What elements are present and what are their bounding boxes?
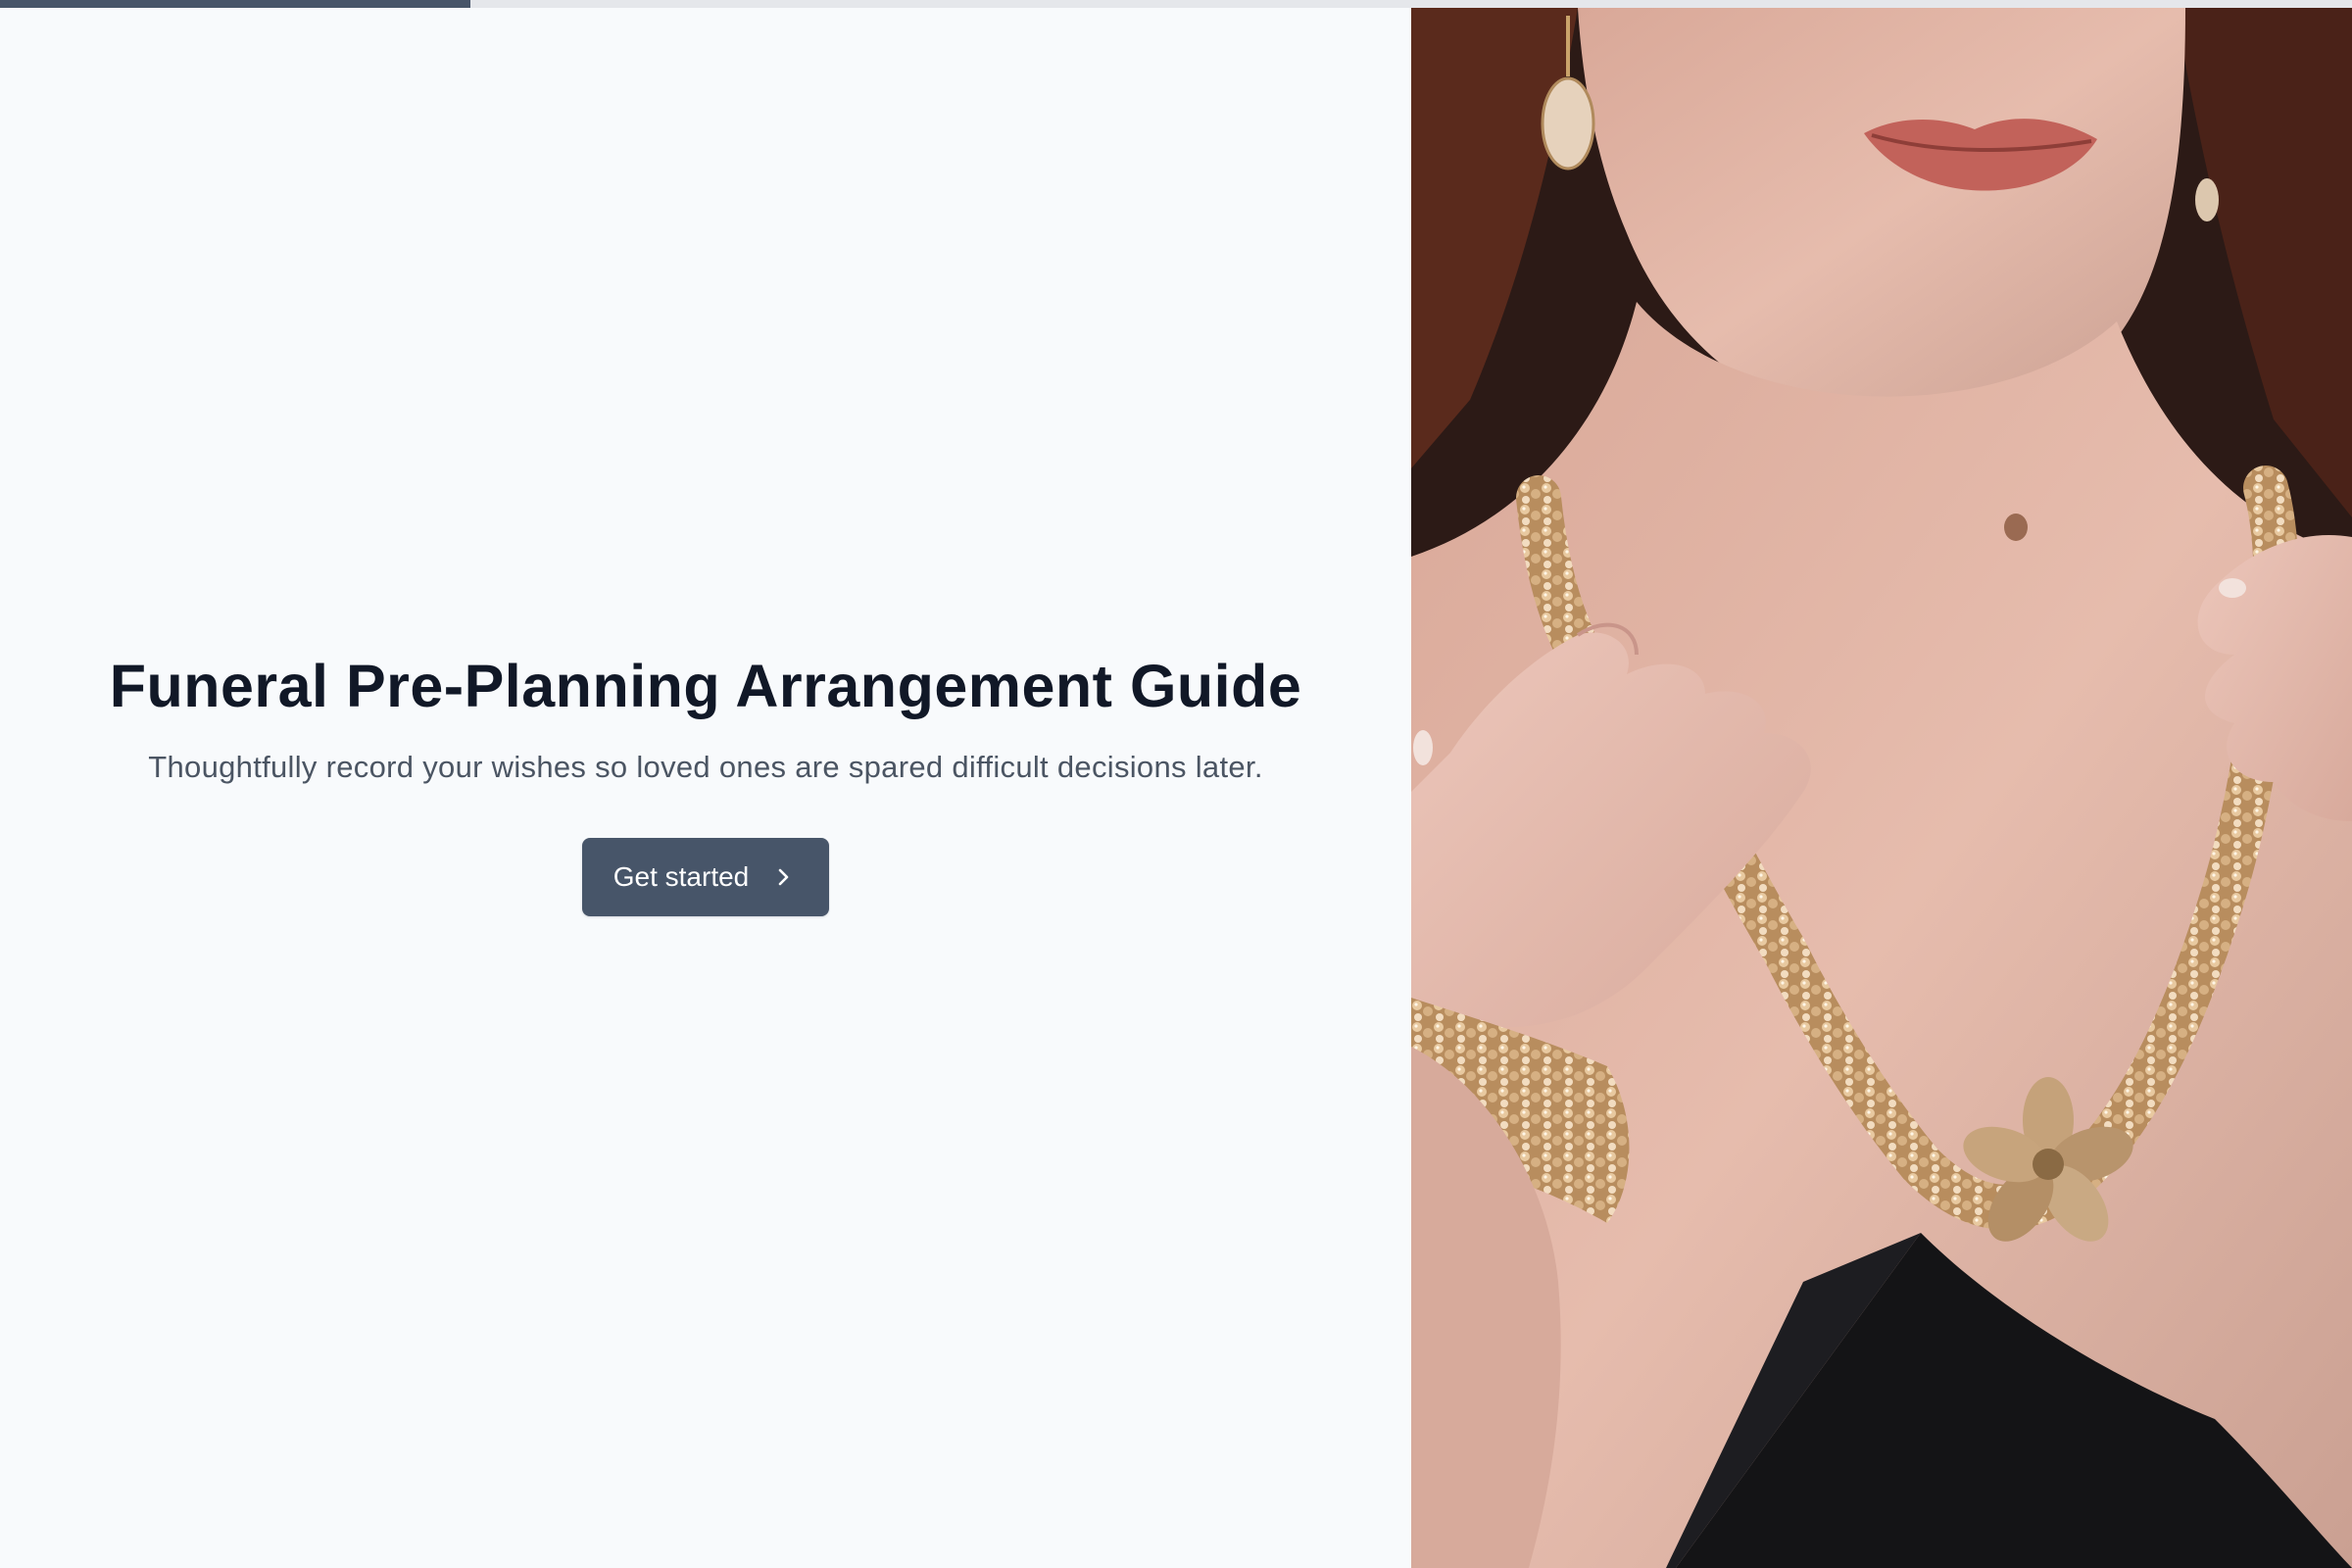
- hero-photo-illustration: [1411, 8, 2352, 1568]
- page: Funeral Pre-Planning Arrangement Guide T…: [0, 0, 2352, 1568]
- intro-pane: Funeral Pre-Planning Arrangement Guide T…: [0, 8, 1411, 1568]
- hero-photo: [1411, 8, 2352, 1568]
- page-title: Funeral Pre-Planning Arrangement Guide: [109, 653, 1302, 719]
- get-started-label: Get started: [612, 861, 750, 893]
- chevron-right-icon: [772, 866, 794, 888]
- get-started-button[interactable]: Get started: [581, 838, 830, 917]
- intro-content: Funeral Pre-Planning Arrangement Guide T…: [0, 651, 1411, 917]
- progress-bar-fill: [0, 0, 470, 8]
- progress-bar: [0, 0, 2352, 8]
- page-subtitle: Thoughtfully record your wishes so loved…: [148, 750, 1263, 785]
